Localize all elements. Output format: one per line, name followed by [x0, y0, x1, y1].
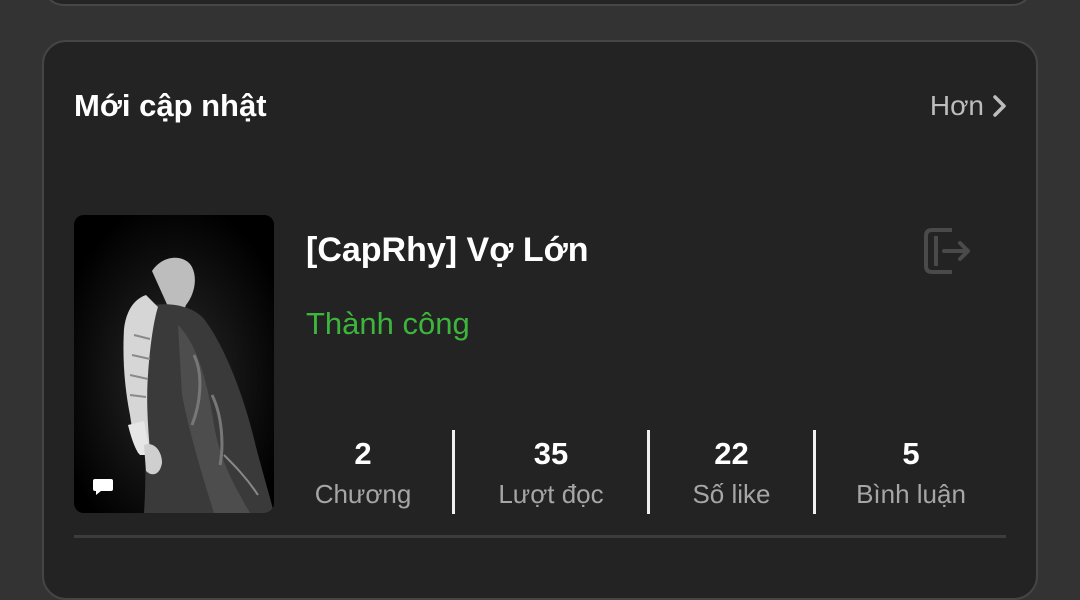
stat-comments: 5 Bình luận — [816, 430, 1006, 514]
stat-reads: 35 Lượt đọc — [455, 430, 647, 514]
stat-label: Bình luận — [856, 479, 966, 509]
previous-section-card — [42, 0, 1034, 6]
stat-label: Chương — [314, 479, 412, 509]
stat-value: 35 — [533, 436, 569, 471]
stat-label: Số like — [692, 479, 771, 509]
section-title: Mới cập nhật — [74, 88, 267, 123]
more-label: Hơn — [929, 90, 984, 121]
more-link[interactable]: Hơn — [930, 86, 1008, 126]
row-divider — [74, 535, 1006, 538]
stat-value: 22 — [714, 436, 749, 471]
story-title[interactable]: [CapRhy] Vợ Lớn — [306, 228, 589, 272]
exit-icon[interactable] — [922, 226, 974, 276]
cover-artwork — [74, 215, 274, 513]
stat-likes: 22 Số like — [650, 430, 813, 514]
story-status: Thành công — [306, 306, 470, 341]
story-stats: 2 Chương 35 Lượt đọc 22 Số like 5 Bình l… — [274, 430, 1008, 514]
stat-value: 5 — [902, 436, 920, 471]
comment-icon — [93, 479, 113, 495]
stat-label: Lượt đọc — [498, 479, 604, 509]
stat-chapters: 2 Chương — [274, 430, 452, 514]
story-cover-image[interactable] — [74, 215, 274, 513]
stat-value: 2 — [354, 436, 372, 471]
chevron-right-icon — [993, 95, 1006, 117]
